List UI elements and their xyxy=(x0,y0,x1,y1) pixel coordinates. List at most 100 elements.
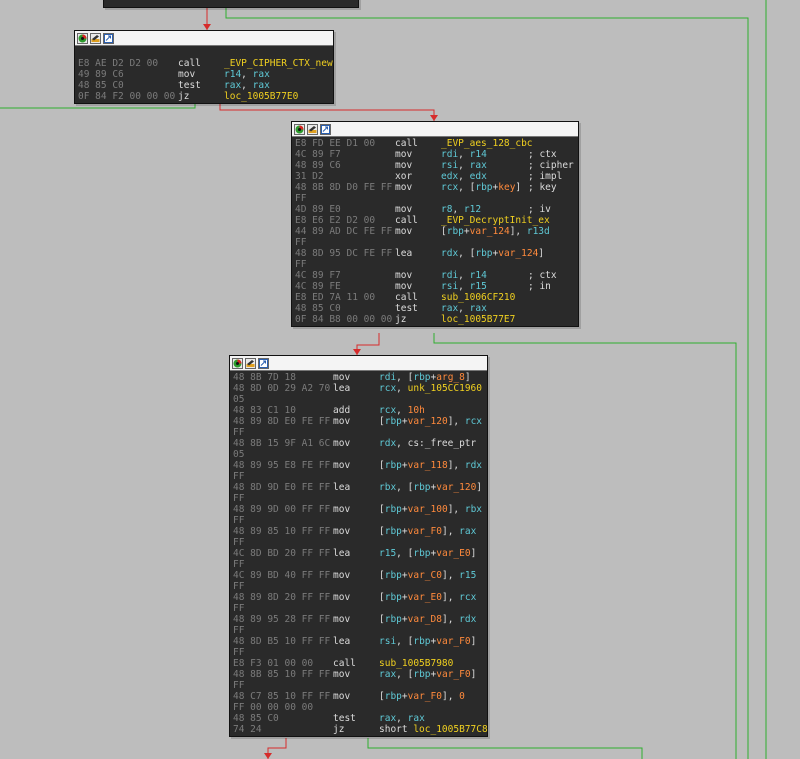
asm-line[interactable]: FF xyxy=(233,537,484,548)
asm-line[interactable]: 48 85 C0 test rax, rax xyxy=(78,80,330,91)
stack-var[interactable]: var_C0 xyxy=(408,570,442,581)
stack-var[interactable]: var_F0 xyxy=(436,636,470,647)
partial-basic-block-top[interactable] xyxy=(103,0,359,8)
asm-line[interactable]: FF xyxy=(233,493,484,504)
symbol-ref[interactable]: unk_105CC1960 xyxy=(408,383,482,394)
asm-line[interactable]: 48 8D B5 10 FF FF lea rsi, [rbp+var_F0] xyxy=(233,636,484,647)
collapse-node-icon[interactable] xyxy=(103,32,114,44)
asm-line[interactable]: FF xyxy=(233,471,484,482)
stack-var[interactable]: var_F0 xyxy=(436,669,470,680)
asm-line[interactable]: 48 8D 9D E0 FE FF lea rbx, [rbp+var_120] xyxy=(233,482,484,493)
asm-line[interactable]: 31 D2 xor edx, edx ; impl xyxy=(295,171,575,182)
stack-var[interactable]: var_100 xyxy=(408,504,448,515)
asm-line[interactable]: FF xyxy=(295,193,575,204)
asm-line[interactable]: FF xyxy=(233,680,484,691)
color-node-icon[interactable] xyxy=(232,357,243,369)
asm-line[interactable]: 48 89 95 E8 FE FF mov [rbp+var_118], rdx xyxy=(233,460,484,471)
asm-line[interactable]: FF xyxy=(233,581,484,592)
basic-block-decrypt-init[interactable]: E8 FD EE D1 00 call _EVP_aes_128_cbc 4C 89 … xyxy=(291,121,579,327)
stack-var[interactable]: var_F0 xyxy=(408,526,442,537)
asm-line[interactable]: 05 xyxy=(233,449,484,460)
asm-line[interactable]: E8 AE D2 D2 00 call _EVP_CIPHER_CTX_new xyxy=(78,58,333,69)
graph-view[interactable]: E8 AE D2 D2 00 call _EVP_CIPHER_CTX_new 49 … xyxy=(0,0,800,759)
asm-line[interactable]: FF xyxy=(295,237,575,248)
stack-var[interactable]: var_D8 xyxy=(408,614,442,625)
symbol-ref[interactable]: loc_1005B77E0 xyxy=(224,91,298,102)
color-node-icon[interactable] xyxy=(77,32,88,44)
symbol-ref[interactable]: sub_1005B7980 xyxy=(379,658,453,669)
color-node-icon[interactable] xyxy=(294,123,305,135)
symbol-ref[interactable]: loc_1005B77E7 xyxy=(441,314,515,325)
mnemonic: mov xyxy=(395,281,413,292)
asm-line[interactable]: E8 F3 01 00 00 call sub_1005B7980 xyxy=(233,658,484,669)
basic-block-cipher-ctx-new[interactable]: E8 AE D2 D2 00 call _EVP_CIPHER_CTX_new 49 … xyxy=(74,30,334,104)
asm-line[interactable]: 48 8B 85 10 FF FF mov rax, [rbp+var_F0] xyxy=(233,669,484,680)
asm-line[interactable]: E8 ED 7A 11 00 call sub_1006CF210 xyxy=(295,292,575,303)
register: rbp xyxy=(384,614,402,625)
stack-var[interactable]: var_E0 xyxy=(436,548,470,559)
asm-line[interactable]: 49 89 C6 mov r14, rax xyxy=(78,69,330,80)
stack-var[interactable]: arg_8 xyxy=(436,372,465,383)
symbol-ref[interactable]: _EVP_aes_128_cbc xyxy=(441,138,533,149)
asm-line[interactable]: 48 89 C6 mov rsi, rax ; cipher xyxy=(295,160,575,171)
asm-line[interactable]: E8 FD EE D1 00 call _EVP_aes_128_cbc xyxy=(295,138,575,149)
operands: sub_1006CF210 xyxy=(441,292,515,303)
asm-line[interactable]: 0F 84 F2 00 00 00 jz loc_1005B77E0 xyxy=(78,91,330,102)
stack-var[interactable]: var_124 xyxy=(498,248,538,259)
asm-line[interactable]: 48 83 C1 10 add rcx, 10h xyxy=(233,405,484,416)
asm-line[interactable]: 4C 8D BD 20 FF FF lea r15, [rbp+var_E0] xyxy=(233,548,484,559)
asm-line[interactable]: 48 89 8D 20 FF FF mov [rbp+var_E0], rcx xyxy=(233,592,484,603)
asm-line[interactable]: 74 24 jz short loc_1005B77C8 xyxy=(233,724,488,735)
asm-line[interactable]: 48 8D 0D 29 A2 70 lea rcx, unk_105CC1960 xyxy=(233,383,484,394)
asm-line[interactable]: 48 89 8D E0 FE FF mov [rbp+var_120], rcx xyxy=(233,416,484,427)
asm-line[interactable]: 48 89 85 10 FF FF mov [rbp+var_F0], rax xyxy=(233,526,484,537)
collapse-node-icon[interactable] xyxy=(320,123,331,135)
symbol-ref[interactable]: _EVP_CIPHER_CTX_new xyxy=(224,58,333,69)
asm-line[interactable]: 4C 89 FE mov rsi, r15 ; in xyxy=(295,281,575,292)
operand-text: ] xyxy=(464,372,471,383)
asm-line[interactable]: 48 89 9D 00 FF FF mov [rbp+var_100], rbx xyxy=(233,504,484,515)
asm-line[interactable]: 48 85 C0 test rax, rax xyxy=(295,303,575,314)
asm-line[interactable]: E8 E6 E2 D2 00 call _EVP_DecryptInit_ex xyxy=(295,215,575,226)
asm-line[interactable]: 48 8D 95 DC FE FF lea rdx, [rbp+var_124] xyxy=(295,248,575,259)
basic-block-free-ptr[interactable]: 48 8B 7D 18 mov rdi, [rbp+arg_8] 48 8D 0D 2… xyxy=(229,355,488,737)
asm-line[interactable]: 48 8B 15 9F A1 6C mov rdx, cs:_free_ptr xyxy=(233,438,484,449)
symbol-ref[interactable]: loc_1005B77C8 xyxy=(413,724,487,735)
asm-line[interactable]: 4D 89 E0 mov r8, r12 ; iv xyxy=(295,204,575,215)
asm-line[interactable]: FF xyxy=(233,603,484,614)
asm-line[interactable]: 48 8B 7D 18 mov rdi, [rbp+arg_8] xyxy=(233,372,484,383)
asm-line[interactable]: 48 8B 8D D0 FE FF mov rcx, [rbp+key] ; key xyxy=(295,182,575,193)
rename-node-icon[interactable] xyxy=(307,123,318,135)
stack-var[interactable]: key xyxy=(498,182,515,193)
asm-line[interactable]: 05 xyxy=(233,394,484,405)
asm-line[interactable]: 48 85 C0 test rax, rax xyxy=(233,713,484,724)
stack-var[interactable]: var_120 xyxy=(436,482,476,493)
asm-line[interactable]: FF xyxy=(295,259,575,270)
stack-var[interactable]: var_118 xyxy=(408,460,448,471)
asm-line[interactable]: FF xyxy=(233,427,484,438)
symbol-ref[interactable]: _EVP_DecryptInit_ex xyxy=(441,215,550,226)
asm-line[interactable]: 48 C7 85 10 FF FF mov [rbp+var_F0], 0 xyxy=(233,691,484,702)
asm-line[interactable]: 44 89 AD DC FE FF mov [rbp+var_124], r13d xyxy=(295,226,575,237)
collapse-node-icon[interactable] xyxy=(258,357,269,369)
stack-var[interactable]: var_124 xyxy=(470,226,510,237)
operand-text: ] xyxy=(538,248,545,259)
stack-var[interactable]: var_E0 xyxy=(408,592,442,603)
asm-line[interactable]: 48 89 95 28 FF FF mov [rbp+var_D8], rdx xyxy=(233,614,484,625)
rename-node-icon[interactable] xyxy=(245,357,256,369)
symbol-ref[interactable]: sub_1006CF210 xyxy=(441,292,515,303)
asm-line[interactable]: 0F 84 B8 00 00 00 jz loc_1005B77E7 xyxy=(295,314,575,325)
asm-line[interactable]: FF xyxy=(233,647,484,658)
asm-line[interactable]: FF xyxy=(233,515,484,526)
asm-line[interactable]: 4C 89 F7 mov rdi, r14 ; ctx xyxy=(295,270,575,281)
asm-line[interactable]: 4C 89 F7 mov rdi, r14 ; ctx xyxy=(295,149,575,160)
asm-line[interactable]: FF xyxy=(233,625,484,636)
stack-var[interactable]: var_F0 xyxy=(408,691,442,702)
asm-line[interactable] xyxy=(78,47,330,58)
asm-line[interactable]: FF xyxy=(233,559,484,570)
stack-var[interactable]: var_120 xyxy=(408,416,448,427)
rename-node-icon[interactable] xyxy=(90,32,101,44)
mnemonic: test xyxy=(178,80,201,91)
asm-line[interactable]: FF 00 00 00 00 xyxy=(233,702,484,713)
asm-line[interactable]: 4C 89 BD 40 FF FF mov [rbp+var_C0], r15 xyxy=(233,570,484,581)
